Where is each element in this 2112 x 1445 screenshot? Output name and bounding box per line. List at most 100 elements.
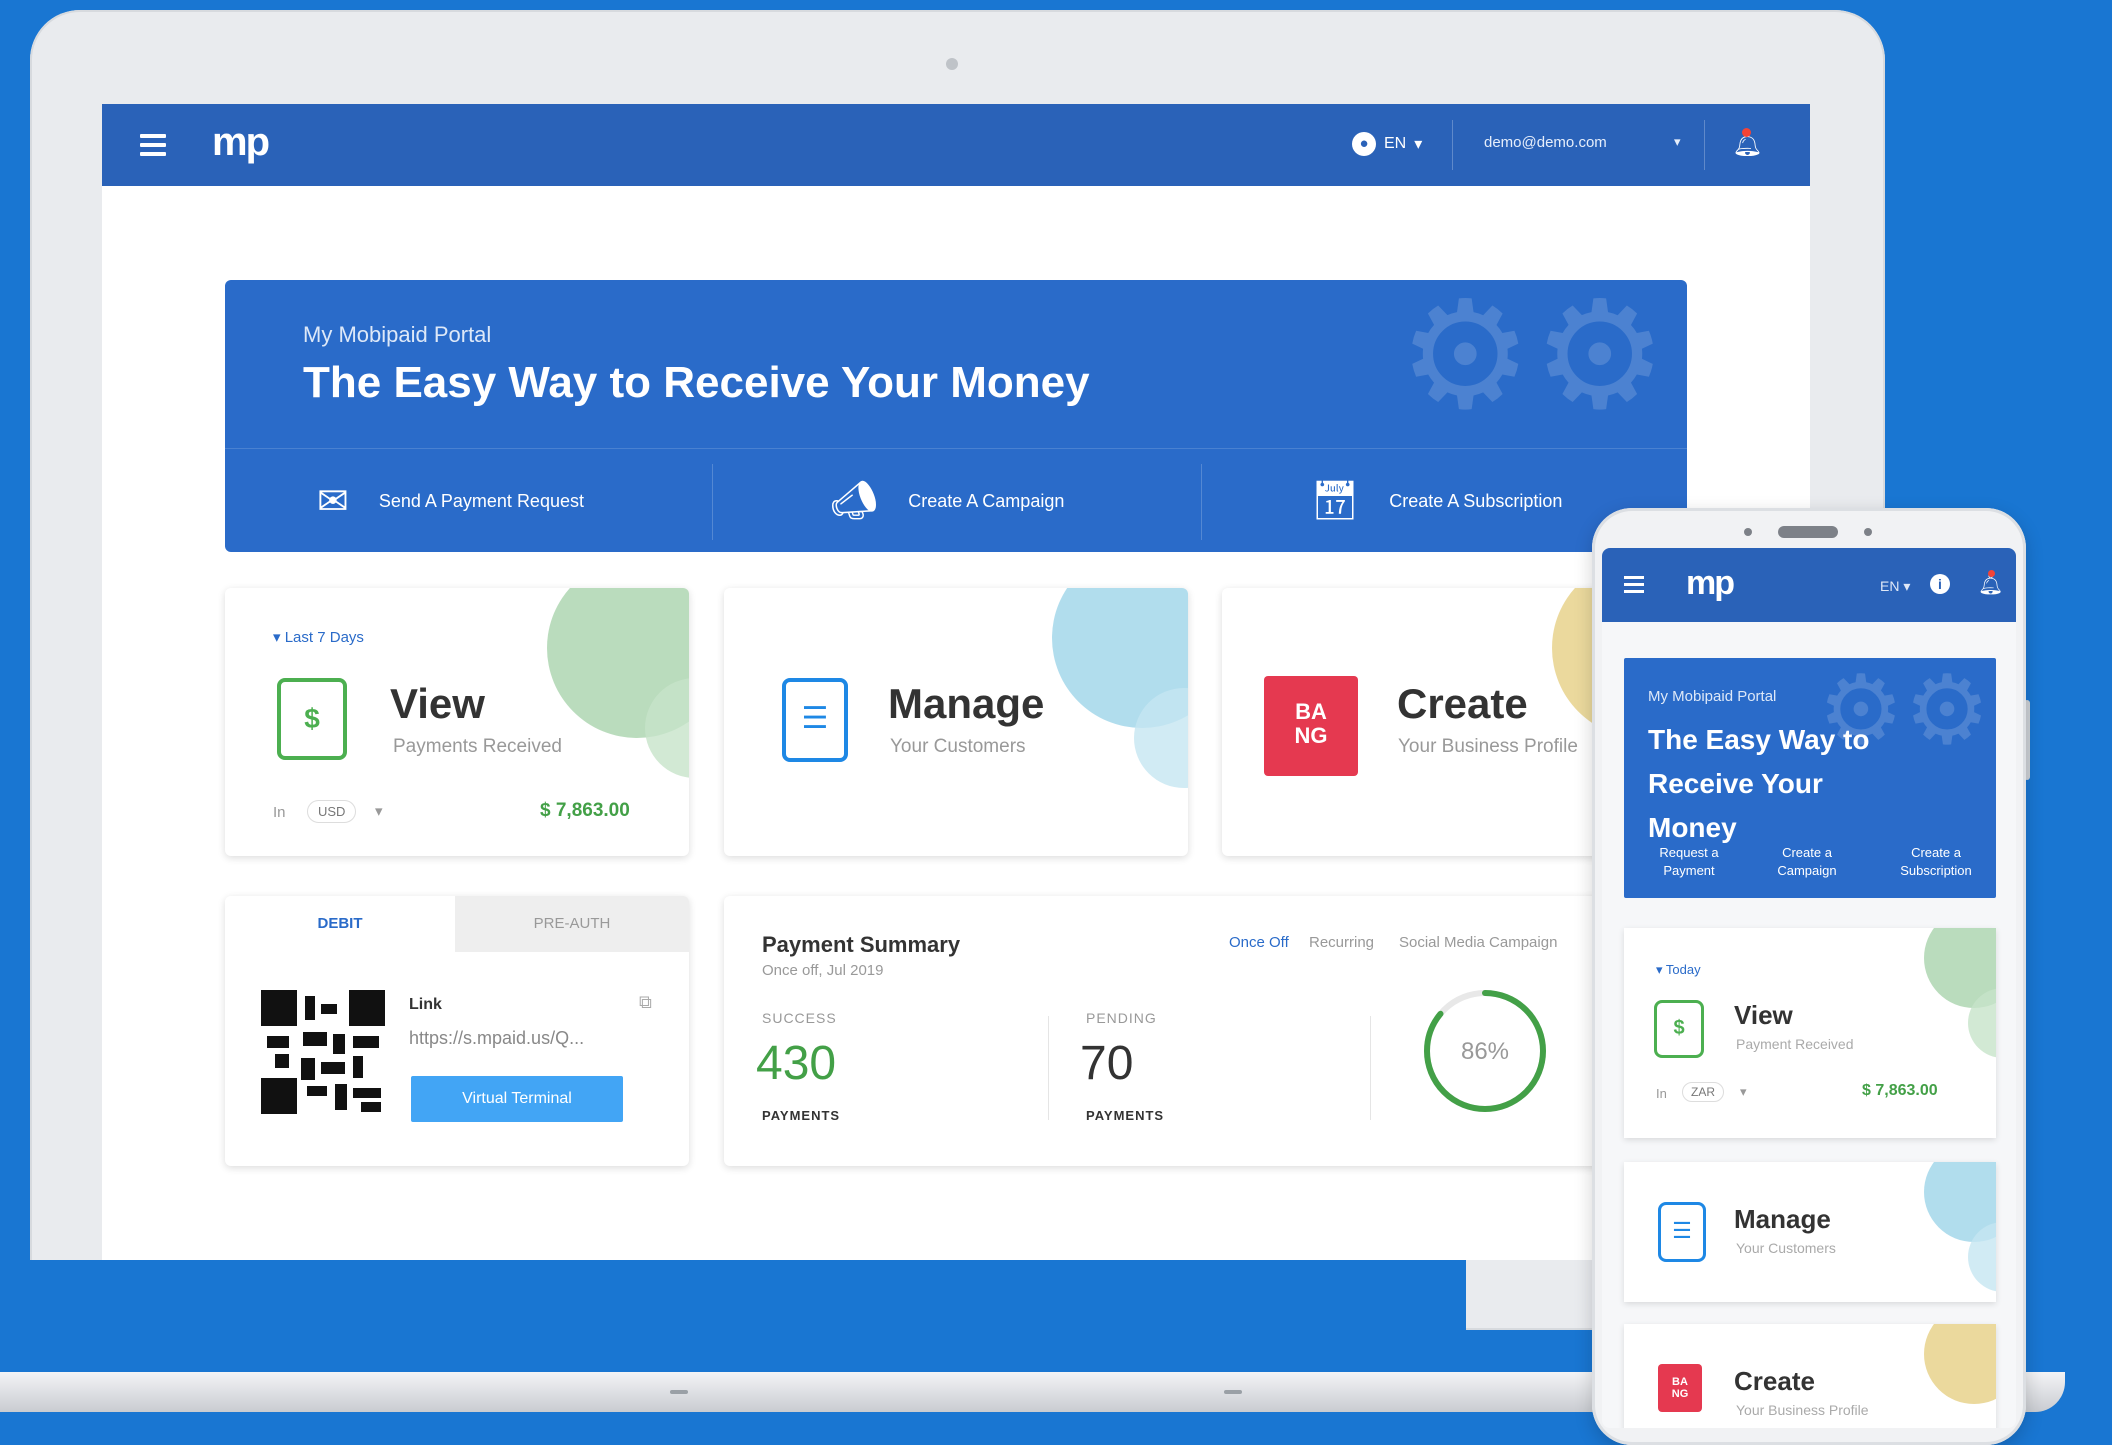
phone-camera: [1864, 528, 1872, 536]
chevron-down-icon: ▾: [1903, 578, 1911, 594]
currency-select[interactable]: USD: [307, 800, 357, 823]
qr-module: [307, 1086, 327, 1096]
send-payment-request-button[interactable]: ✉ Send A Payment Request: [317, 450, 584, 552]
chevron-down-icon[interactable]: ▾: [375, 802, 383, 820]
mobipaid-logo[interactable]: mp: [1686, 564, 1735, 603]
notification-dot: [1988, 570, 1995, 577]
card-title: Manage: [888, 680, 1045, 727]
receipt-icon: $: [277, 678, 347, 760]
qr-module: [353, 1088, 381, 1098]
card-subtitle: Payments Received: [393, 736, 562, 757]
link-label: Link: [409, 996, 442, 1013]
hero-title: The Easy Way to Receive Your Money: [1648, 724, 1870, 843]
topbar-divider: [1704, 120, 1705, 170]
receipt-icon: $: [1654, 1000, 1704, 1058]
megaphone-icon: 📣︎: [830, 480, 879, 522]
language-selector[interactable]: EN ▾: [1880, 578, 1910, 595]
virtual-terminal-button[interactable]: Virtual Terminal: [411, 1076, 623, 1122]
qr-module: [303, 1032, 327, 1046]
currency-prefix: In: [1656, 1086, 1667, 1101]
bang-logo: BA NG: [1658, 1364, 1702, 1412]
qr-module: [261, 990, 297, 1026]
hamburger-menu-icon[interactable]: [1624, 576, 1644, 594]
payment-summary-card: Payment Summary Once off, Jul 2019 Once …: [724, 896, 1724, 1166]
summary-separator: [1370, 1016, 1371, 1120]
request-payment-button[interactable]: Request a Payment: [1644, 844, 1734, 880]
pending-unit: PAYMENTS: [1086, 1108, 1165, 1123]
laptop-camera: [946, 58, 958, 70]
language-selector[interactable]: ● EN ▾: [1352, 132, 1422, 156]
filter-recurring[interactable]: Recurring: [1309, 934, 1374, 951]
qr-module: [335, 1084, 347, 1110]
action-label: Send A Payment Request: [378, 490, 584, 511]
period-selector[interactable]: ▾ Last 7 Days: [273, 628, 364, 646]
success-unit: PAYMENTS: [762, 1108, 841, 1123]
filter-once-off[interactable]: Once Off: [1229, 934, 1289, 951]
card-subtitle: Your Business Profile: [1398, 736, 1578, 757]
summary-title: Payment Summary: [762, 932, 961, 957]
phone-view-card[interactable]: ▾ Today $ View Payment Received In ZAR ▾…: [1624, 928, 1996, 1138]
card-subtitle: Your Customers: [890, 736, 1026, 757]
tab-debit[interactable]: DEBIT: [225, 896, 455, 952]
action-label: Create A Campaign: [908, 490, 1065, 511]
customer-list-icon: ☰: [1658, 1202, 1706, 1262]
info-icon[interactable]: i: [1930, 574, 1950, 594]
hero-title: The Easy Way to Receive Your Money: [303, 358, 1090, 407]
copy-icon[interactable]: ⧉: [639, 992, 652, 1013]
qr-module: [333, 1034, 345, 1054]
chevron-down-icon: ▾: [1414, 136, 1423, 153]
payment-link-url[interactable]: https://s.mpaid.us/Q...: [409, 1028, 584, 1049]
phone-speaker: [1778, 526, 1838, 538]
mobipaid-logo[interactable]: mp: [212, 120, 270, 165]
manage-customers-card[interactable]: ☰ Manage Your Customers: [724, 588, 1188, 856]
pending-count: 70: [1080, 1037, 1134, 1090]
qr-module: [275, 1054, 289, 1068]
hero-separator: [1201, 464, 1202, 540]
qr-module: [301, 1058, 315, 1080]
qr-module: [353, 1056, 363, 1078]
create-subscription-button[interactable]: 📅︎ Create A Subscription: [1311, 450, 1562, 552]
gears-icon: ⚙⚙: [1398, 280, 1667, 439]
period-label: Last 7 Days: [284, 629, 364, 646]
qr-code[interactable]: [261, 990, 385, 1114]
phone-create-card[interactable]: BA NG Create Your Business Profile: [1624, 1324, 1996, 1428]
hero-subtitle: My Mobipaid Portal: [303, 322, 492, 347]
action-label: Create A Subscription: [1389, 490, 1563, 511]
chevron-down-icon[interactable]: ▾: [1740, 1084, 1747, 1100]
hero-subtitle: My Mobipaid Portal: [1648, 688, 1777, 705]
laptop-screen: mp ● EN ▾ demo@demo.com ▾ 🔔︎ ⚙⚙ My Mobip…: [102, 104, 1810, 1260]
qr-module: [261, 1078, 297, 1114]
chevron-down-icon[interactable]: ▾: [1674, 134, 1681, 150]
create-subscription-button[interactable]: Create a Subscription: [1886, 844, 1986, 880]
chevron-down-icon: ▾: [273, 629, 285, 646]
create-campaign-button[interactable]: Create a Campaign: [1762, 844, 1852, 880]
hero-banner: ⚙⚙ My Mobipaid Portal The Easy Way to Re…: [225, 280, 1687, 552]
card-subtitle: Payment Received: [1736, 1036, 1854, 1052]
success-count: 430: [756, 1037, 837, 1090]
bang-logo: BA NG: [1264, 676, 1358, 776]
decorative-blob: [1924, 1324, 1996, 1404]
create-campaign-button[interactable]: 📣︎ Create A Campaign: [830, 450, 1064, 552]
customer-list-icon: ☰: [782, 678, 848, 762]
currency-select[interactable]: ZAR: [1682, 1082, 1724, 1102]
qr-module: [305, 996, 315, 1020]
qr-module: [321, 1062, 345, 1074]
success-rate-ring: 86%: [1424, 990, 1546, 1112]
qr-module: [267, 1036, 289, 1048]
phone-manage-card[interactable]: ☰ Manage Your Customers: [1624, 1162, 1996, 1302]
tab-pre-auth[interactable]: PRE-AUTH: [455, 896, 689, 952]
view-payments-card[interactable]: ▾ Last 7 Days $ View Payments Received I…: [225, 588, 689, 856]
qr-module: [321, 1004, 337, 1014]
pending-label: PENDING: [1086, 1010, 1157, 1026]
user-email[interactable]: demo@demo.com: [1484, 134, 1607, 151]
filter-social-media-campaign[interactable]: Social Media Campaign: [1399, 934, 1557, 951]
phone-sensor: [1744, 528, 1752, 536]
hamburger-menu-icon[interactable]: [140, 134, 166, 156]
laptop-foot: [1224, 1390, 1242, 1394]
notification-dot: [1742, 128, 1751, 137]
card-title: Manage: [1734, 1204, 1831, 1234]
card-subtitle: Your Customers: [1736, 1240, 1836, 1256]
phone-topbar: mp EN ▾ i 🔔︎: [1602, 548, 2016, 622]
period-selector[interactable]: ▾ Today: [1656, 962, 1701, 978]
phone-frame: mp EN ▾ i 🔔︎ ⚙⚙ My Mobipaid Portal The E…: [1592, 508, 2026, 1445]
